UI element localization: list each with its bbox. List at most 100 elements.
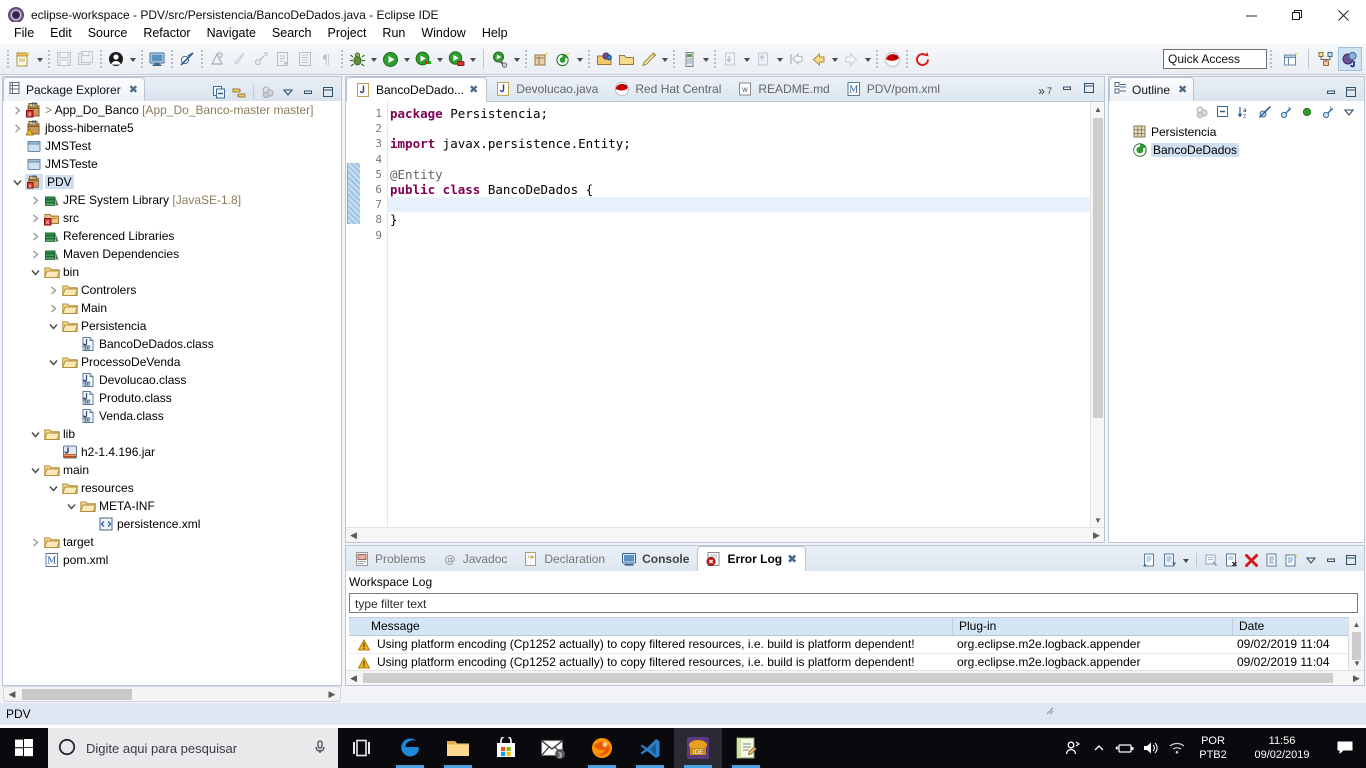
twisty-icon[interactable]: [45, 479, 61, 497]
run-dropdown-icon[interactable]: [401, 48, 412, 70]
scroll-thumb[interactable]: [1093, 118, 1103, 418]
close-icon[interactable]: ✖: [1178, 83, 1187, 96]
view-filters-icon[interactable]: [259, 83, 277, 101]
editor-tab-bancodedado-[interactable]: BancoDeDado... ✖: [346, 77, 488, 102]
code-line[interactable]: [388, 228, 1104, 243]
next-annotation-dropdown-icon[interactable]: [774, 48, 785, 70]
task-view-icon[interactable]: [338, 728, 386, 768]
twisty-icon[interactable]: [81, 515, 97, 533]
scroll-thumb[interactable]: [22, 689, 132, 700]
tree-item-maven-dependencies[interactable]: Maven Dependencies: [3, 245, 341, 263]
view-menu-arrow-icon[interactable]: [1180, 549, 1191, 571]
twisty-icon[interactable]: [27, 533, 43, 551]
maximize-icon[interactable]: [1342, 551, 1360, 569]
code-line[interactable]: [388, 121, 1104, 136]
tree-item-processodevenda[interactable]: ProcessoDeVenda: [3, 353, 341, 371]
twisty-icon[interactable]: [63, 407, 79, 425]
run-external-dropdown-icon[interactable]: [467, 48, 478, 70]
file-explorer-icon[interactable]: [434, 728, 482, 768]
twisty-icon[interactable]: [9, 173, 25, 191]
minimize-icon[interactable]: [1322, 551, 1340, 569]
user-icon[interactable]: [105, 48, 127, 70]
paragraph-icon[interactable]: ¶: [316, 48, 338, 70]
bottom-tab-problems[interactable]: Problems: [346, 546, 434, 571]
editor-horizontal-scrollbar[interactable]: ◀ ▶: [346, 527, 1104, 542]
bottom-tab-declaration[interactable]: Declaration: [515, 546, 613, 571]
editor-tab-red-hat-central[interactable]: Red Hat Central: [606, 76, 729, 101]
menu-source[interactable]: Source: [80, 24, 136, 42]
menu-refactor[interactable]: Refactor: [135, 24, 198, 42]
menu-window[interactable]: Window: [413, 24, 473, 42]
microsoft-store-icon[interactable]: [482, 728, 530, 768]
debug-dropdown-icon[interactable]: [368, 48, 379, 70]
pencil-dropdown-icon[interactable]: [659, 48, 670, 70]
restore-log-icon[interactable]: [1282, 551, 1300, 569]
sort-members-icon[interactable]: [1193, 103, 1211, 121]
scroll-left-icon[interactable]: ◀: [346, 528, 361, 542]
scroll-right-icon[interactable]: ▶: [1089, 528, 1104, 542]
twisty-icon[interactable]: [63, 335, 79, 353]
run-external-icon[interactable]: [445, 48, 467, 70]
scroll-up-icon[interactable]: ▲: [1349, 617, 1364, 631]
debug-icon[interactable]: [346, 48, 368, 70]
view-menu-icon[interactable]: [1340, 103, 1358, 121]
tree-item-persistencia[interactable]: Persistencia: [3, 317, 341, 335]
delete-log-icon[interactable]: [1242, 551, 1260, 569]
tree-item-h2-1-4-196-jar[interactable]: h2-1.4.196.jar: [3, 443, 341, 461]
maximize-icon[interactable]: [1342, 83, 1360, 101]
tree-item-devolucao-class[interactable]: 010 Devolucao.class: [3, 371, 341, 389]
filter-input[interactable]: type filter text: [349, 593, 1358, 613]
scroll-left-icon[interactable]: ◀: [6, 688, 18, 700]
clock[interactable]: 11:56 09/02/2019: [1236, 734, 1328, 762]
back-dropdown-icon[interactable]: [829, 48, 840, 70]
link-icon[interactable]: [250, 48, 272, 70]
collapse-all-icon[interactable]: [1214, 103, 1232, 121]
code-line[interactable]: public class BancoDeDados {: [388, 182, 1104, 197]
microphone-icon[interactable]: [312, 739, 328, 758]
tab-outline[interactable]: Outline ✖: [1109, 77, 1195, 101]
close-icon[interactable]: ✖: [129, 83, 138, 96]
tree-item-venda-class[interactable]: 010 Venda.class: [3, 407, 341, 425]
sort-alpha-icon[interactable]: a z: [1235, 103, 1253, 121]
package-explorer-tree[interactable]: x M > App_Do_Banco [App_Do_Banco-master ma…: [3, 101, 341, 685]
coverage-icon[interactable]: [412, 48, 434, 70]
log-table-row[interactable]: Using platform encoding (Cp1252 actually…: [349, 636, 1364, 654]
new-wizard-dropdown-icon[interactable]: [34, 48, 45, 70]
java-ee-perspective-icon[interactable]: [1314, 47, 1338, 71]
scroll-right-icon[interactable]: ▶: [1349, 671, 1364, 685]
twisty-icon[interactable]: [45, 317, 61, 335]
tab-package-explorer[interactable]: Package Explorer ✖: [3, 77, 145, 101]
open-log-icon[interactable]: [1202, 551, 1220, 569]
minimize-icon[interactable]: [1058, 79, 1076, 97]
code-line[interactable]: import javax.persistence.Entity;: [388, 136, 1104, 151]
show-hidden-icons-icon[interactable]: [1086, 728, 1112, 768]
scroll-right-icon[interactable]: ▶: [326, 688, 338, 700]
tree-item-src[interactable]: x src: [3, 209, 341, 227]
resize-grip-icon[interactable]: [1045, 705, 1059, 719]
tree-item-main[interactable]: main: [3, 461, 341, 479]
people-icon[interactable]: [1060, 728, 1086, 768]
new-java-class-icon[interactable]: [552, 48, 574, 70]
pencil-icon[interactable]: [637, 48, 659, 70]
new-java-class-dropdown-icon[interactable]: [574, 48, 585, 70]
action-center-icon[interactable]: [1328, 728, 1362, 768]
close-icon[interactable]: ✖: [787, 552, 797, 566]
twisty-icon[interactable]: [27, 425, 43, 443]
bottom-tab-javadoc[interactable]: @ Javadoc: [434, 546, 516, 571]
tree-item-lib[interactable]: lib: [3, 425, 341, 443]
twisty-icon[interactable]: [27, 227, 43, 245]
save-all-icon[interactable]: [75, 48, 97, 70]
taskbar-search-box[interactable]: Digite aqui para pesquisar: [48, 728, 338, 768]
clear-log-viewer-icon[interactable]: [1222, 551, 1240, 569]
package-explorer-horizontal-scrollbar[interactable]: ◀ ▶: [3, 686, 341, 702]
hide-fields-icon[interactable]: [1256, 103, 1274, 121]
menu-edit[interactable]: Edit: [42, 24, 80, 42]
message-column-header[interactable]: Message: [365, 617, 953, 636]
scroll-left-icon[interactable]: ◀: [346, 671, 361, 685]
tree-item-meta-inf[interactable]: META-INF: [3, 497, 341, 515]
quick-access-input[interactable]: Quick Access: [1163, 49, 1267, 69]
twisty-icon[interactable]: [9, 137, 25, 155]
editor-overflow-button[interactable]: » 7: [1032, 84, 1058, 101]
eclipse-icon[interactable]: IDE: [674, 728, 722, 768]
hide-local-types-icon[interactable]: L: [1319, 103, 1337, 121]
